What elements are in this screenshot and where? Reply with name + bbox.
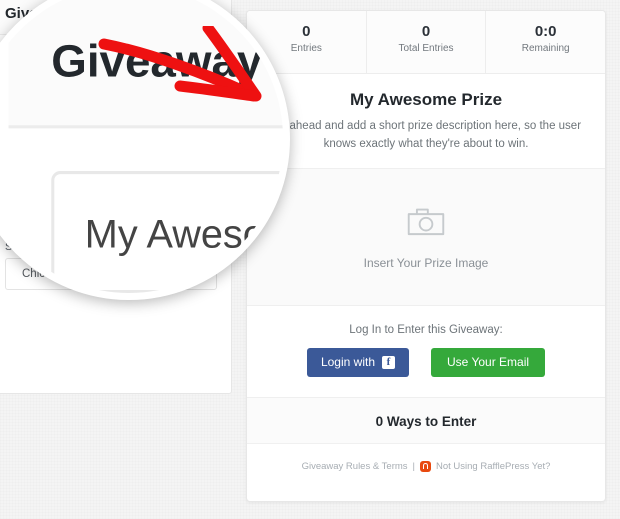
stat-total-entries: 0 Total Entries: [365, 11, 486, 73]
preview-prize-description: Go ahead and add a short prize descripti…: [270, 120, 582, 150]
magnifier-circle-overlay: Giveaway Prize Details My Awesome Prize …: [0, 0, 290, 300]
footer-links: Giveaway Rules & Terms | Not Using Raffl…: [302, 460, 550, 472]
rafflepress-logo-icon: [420, 460, 431, 472]
magnified-panel-body: My Awesome Prize + Add Another Prize Giv…: [9, 128, 283, 293]
magnified-prize-panel: Giveaway Prize Details My Awesome Prize …: [8, 0, 283, 293]
magnified-panel-title: Giveaway Prize Details: [51, 36, 283, 89]
preview-prize-title: My Awesome Prize: [349, 90, 503, 109]
stat-remaining: 0:0 Remaining: [485, 11, 605, 73]
prize-header: My Awesome Prize Go ahead and add a shor…: [247, 74, 605, 169]
login-with-facebook-label: Login with: [320, 355, 375, 370]
not-using-rafflepress-link[interactable]: Not Using RafflePress Yet?: [436, 461, 550, 472]
prize-image-label: Insert Your Prize Image: [363, 255, 489, 270]
login-with-facebook-button[interactable]: Login with f: [306, 347, 409, 377]
stat-remaining-value: 0:0: [534, 23, 557, 40]
ways-to-enter-text: 0 Ways to Enter: [375, 413, 477, 429]
stat-total-entries-value: 0: [421, 23, 431, 40]
preview-card-footer: Giveaway Rules & Terms | Not Using Raffl…: [247, 443, 605, 486]
stat-total-entries-label: Total Entries: [398, 43, 454, 54]
login-prompt: Log In to Enter this Giveaway:: [349, 323, 503, 336]
facebook-icon: f: [382, 355, 395, 369]
magnified-panel-header: Giveaway Prize Details: [8, 0, 283, 129]
magnified-prize-list-item[interactable]: My Awesome Prize: [51, 171, 283, 293]
ways-to-enter-block: 0 Ways to Enter: [247, 397, 605, 444]
magnified-prize-name-label: My Awesome Prize: [84, 209, 283, 255]
camera-icon: [406, 204, 446, 242]
stats-row: 0 Entries 0 Total Entries 0:0 Remaining: [247, 11, 605, 74]
use-your-email-button[interactable]: Use Your Email: [431, 347, 546, 377]
giveaway-preview-card: 0 Entries 0 Total Entries 0:0 Remaining …: [246, 10, 606, 502]
footer-separator: |: [412, 460, 415, 472]
stat-remaining-label: Remaining: [521, 43, 570, 54]
login-buttons-row: Login with f Use Your Email: [265, 347, 587, 377]
prize-image-dropzone[interactable]: Insert Your Prize Image: [247, 168, 605, 306]
giveaway-rules-terms-link[interactable]: Giveaway Rules & Terms: [302, 461, 408, 472]
magnifier-content: Giveaway Prize Details My Awesome Prize …: [0, 0, 283, 293]
login-block: Log In to Enter this Giveaway: Login wit…: [247, 306, 605, 398]
